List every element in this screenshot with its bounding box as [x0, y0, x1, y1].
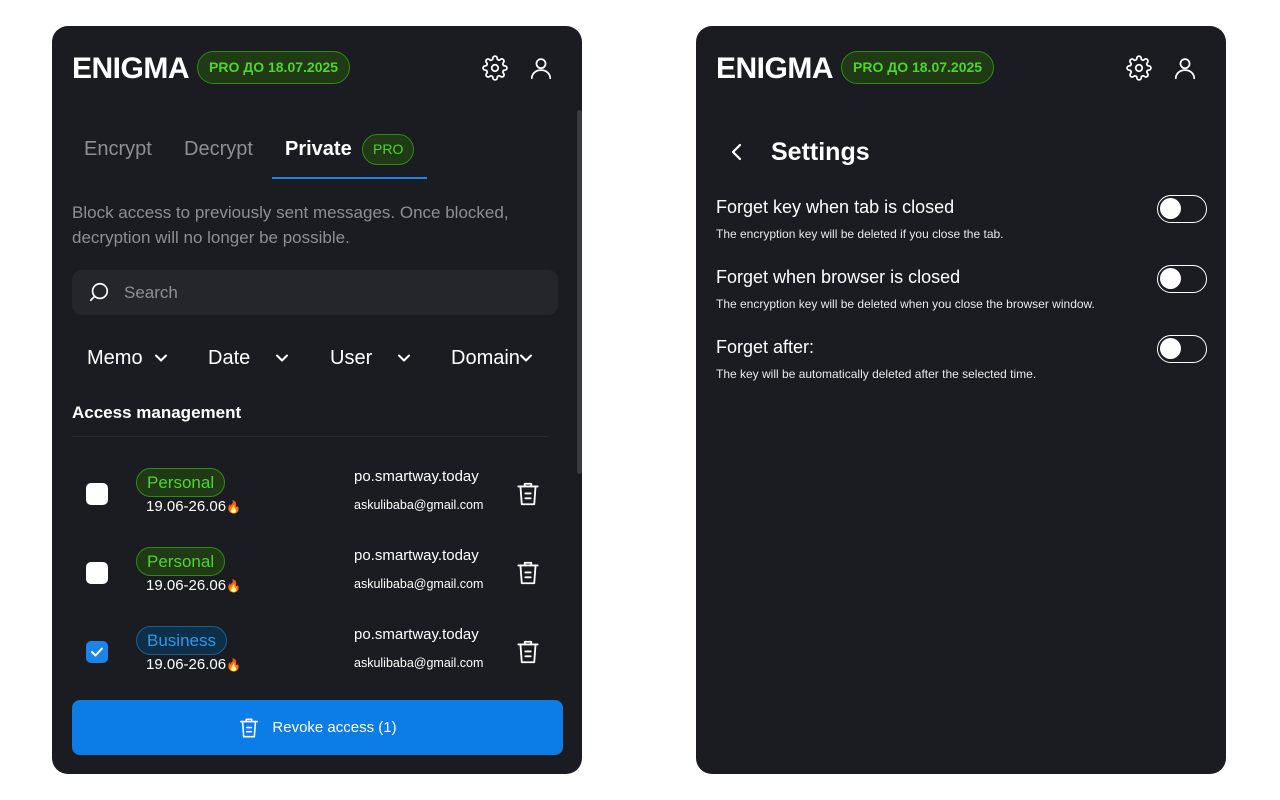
- flame-icon: 🔥: [226, 658, 242, 672]
- row-email: askulibaba@gmail.com: [354, 498, 484, 512]
- filter-user-label: User: [330, 346, 373, 369]
- access-row: Personal 19.06-26.06🔥 po.smartway.today …: [52, 463, 582, 542]
- filter-date-label: Date: [208, 346, 251, 369]
- toggle-knob: [1160, 338, 1181, 359]
- logo: ENIGMA: [716, 52, 834, 85]
- row-domain: po.smartway.today: [354, 468, 479, 485]
- chevron-down-icon: [520, 354, 532, 362]
- gear-icon: [482, 55, 508, 81]
- flame-icon: 🔥: [226, 500, 242, 514]
- settings-button[interactable]: [481, 54, 509, 82]
- scrollbar[interactable]: [577, 110, 582, 474]
- setting-title: Forget after:: [716, 337, 815, 357]
- user-icon: [530, 58, 552, 80]
- check-icon: [91, 647, 103, 657]
- row-email: askulibaba@gmail.com: [354, 656, 484, 670]
- forget-on-tab-close-toggle[interactable]: [1157, 195, 1207, 223]
- trash-icon[interactable]: [515, 559, 541, 587]
- tab-decrypt[interactable]: Decrypt: [184, 138, 253, 161]
- page-title: Settings: [771, 138, 870, 166]
- header: ENIGMA PRO ДО 18.07.2025: [696, 26, 1226, 110]
- chevron-down-icon: [276, 354, 288, 362]
- filter-domain-label: Domain: [451, 346, 520, 369]
- row-domain: po.smartway.today: [354, 547, 479, 564]
- tab-pro-badge: PRO: [362, 134, 415, 165]
- row-domain: po.smartway.today: [354, 626, 479, 643]
- setting-description: The encryption key will be deleted when …: [716, 297, 1095, 311]
- section-title: Access management: [72, 403, 242, 422]
- filter-memo[interactable]: Memo: [87, 346, 167, 370]
- setting-title: Forget when browser is closed: [716, 267, 961, 287]
- setting-title: Forget key when tab is closed: [716, 197, 955, 217]
- private-description: Block access to previously sent messages…: [72, 203, 509, 247]
- toggle-knob: [1160, 268, 1181, 289]
- divider: [72, 436, 548, 437]
- trash-icon[interactable]: [515, 638, 541, 666]
- tab-private[interactable]: Private: [285, 138, 352, 161]
- filter-domain[interactable]: Domain: [451, 346, 532, 370]
- search-input[interactable]: [124, 270, 544, 315]
- revoke-access-label: Revoke access (1): [272, 719, 397, 736]
- private-access-panel: ENIGMA PRO ДО 18.07.2025 Encrypt Decrypt…: [52, 26, 582, 774]
- search-box: [72, 270, 558, 315]
- setting-description: The key will be automatically deleted af…: [716, 367, 1037, 381]
- date-range: 19.06-26.06🔥: [146, 577, 241, 594]
- chevron-down-icon: [155, 354, 167, 362]
- settings-panel: ENIGMA PRO ДО 18.07.2025 Settings Forget…: [696, 26, 1226, 774]
- date-range-text: 19.06-26.06: [146, 498, 227, 515]
- filter-memo-label: Memo: [87, 346, 143, 369]
- chevron-left-icon[interactable]: [724, 138, 750, 166]
- forget-on-browser-close-toggle[interactable]: [1157, 265, 1207, 293]
- date-range: 19.06-26.06🔥: [146, 656, 241, 673]
- active-tab-indicator: [272, 177, 427, 179]
- setting-description: The encryption key will be deleted if yo…: [716, 227, 1004, 241]
- row-checkbox[interactable]: [86, 483, 108, 505]
- tab-encrypt[interactable]: Encrypt: [84, 138, 152, 161]
- date-range: 19.06-26.06🔥: [146, 498, 241, 515]
- header: ENIGMA PRO ДО 18.07.2025: [52, 26, 582, 110]
- toggle-knob: [1160, 198, 1181, 219]
- trash-icon: [240, 718, 259, 737]
- profile-button[interactable]: [527, 54, 555, 82]
- trash-icon[interactable]: [515, 480, 541, 508]
- filter-user[interactable]: User: [330, 346, 410, 370]
- user-icon: [1174, 58, 1196, 80]
- search-icon: [89, 282, 109, 302]
- forget-after-toggle[interactable]: [1157, 335, 1207, 363]
- logo: ENIGMA: [72, 52, 190, 85]
- memo-tag: Personal: [136, 547, 226, 576]
- access-row: Business 19.06-26.06🔥 po.smartway.today …: [52, 621, 582, 700]
- pro-expiry-badge: PRO ДО 18.07.2025: [197, 51, 351, 84]
- date-range-text: 19.06-26.06: [146, 577, 227, 594]
- flame-icon: 🔥: [226, 579, 242, 593]
- row-checkbox[interactable]: [86, 641, 108, 663]
- memo-tag: Business: [136, 626, 227, 655]
- row-checkbox[interactable]: [86, 562, 108, 584]
- filter-date[interactable]: Date: [208, 346, 288, 370]
- pro-expiry-badge: PRO ДО 18.07.2025: [841, 51, 995, 84]
- row-email: askulibaba@gmail.com: [354, 577, 484, 591]
- memo-tag: Personal: [136, 468, 226, 497]
- chevron-down-icon: [398, 354, 410, 362]
- gear-icon: [1126, 55, 1152, 81]
- date-range-text: 19.06-26.06: [146, 656, 227, 673]
- profile-button[interactable]: [1171, 54, 1199, 82]
- settings-button[interactable]: [1125, 54, 1153, 82]
- revoke-access-button[interactable]: Revoke access (1): [72, 700, 563, 755]
- access-row: Personal 19.06-26.06🔥 po.smartway.today …: [52, 542, 582, 621]
